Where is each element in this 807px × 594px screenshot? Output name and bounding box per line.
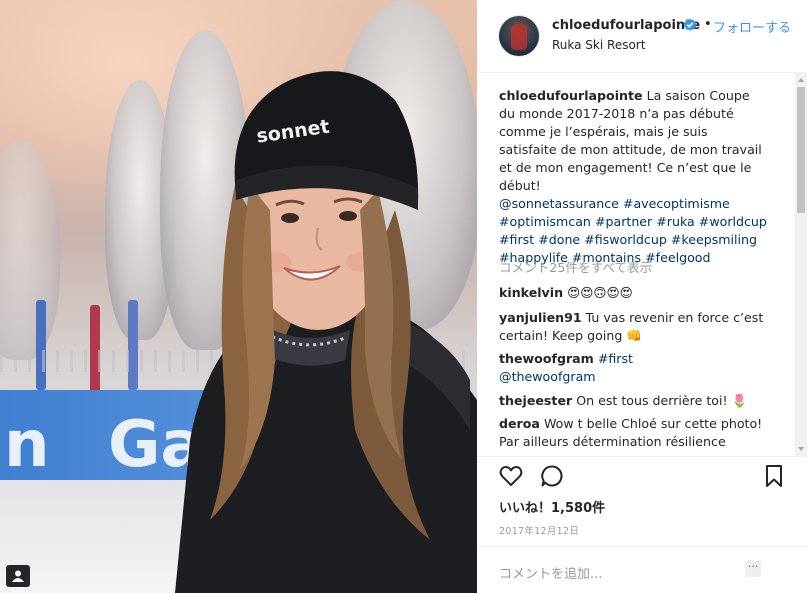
tag-people-button[interactable]	[6, 565, 30, 587]
caption-tag[interactable]: #feelgood	[645, 250, 710, 265]
add-comment-input[interactable]: コメントを追加...	[499, 563, 602, 582]
comment-item: kinkelvin 😍😍🙃😍😍	[499, 284, 769, 302]
view-all-comments-link[interactable]: コメント25件をすべて表示	[499, 257, 652, 276]
person-tag-icon	[12, 570, 24, 582]
comment-tag[interactable]: #first	[598, 351, 633, 366]
comment-icon[interactable]	[539, 463, 565, 489]
comments-list[interactable]: chloedufourlapointe La saison Coupe du m…	[477, 73, 795, 456]
comment-tag[interactable]: @thewoofgram	[499, 369, 596, 384]
scroll-down-arrow-icon[interactable]	[798, 447, 804, 451]
comment-item: yanjulien91 Tu vas revenir en force c’es…	[499, 309, 769, 345]
caption-tag[interactable]: #keepsmiling	[671, 232, 757, 247]
caption-text: La saison Coupe du monde 2017-2018 n’a p…	[499, 88, 762, 193]
scroll-up-arrow-icon[interactable]	[798, 78, 804, 82]
caption-username[interactable]: chloedufourlapointe	[499, 88, 643, 103]
verified-badge-icon	[683, 18, 697, 31]
post-photo[interactable]: n Gas sonnet	[0, 0, 477, 593]
comment-text: On est tous derrière toi! 🌷	[576, 393, 748, 408]
post-date: 2017年12月12日	[499, 526, 580, 537]
post-header: chloedufourlapointe • フォローする Ruka Ski Re…	[477, 0, 807, 73]
caption-tag[interactable]: #ruka	[656, 214, 695, 229]
comment-username[interactable]: yanjulien91	[499, 310, 582, 325]
comment-item: thejeester On est tous derrière toi! 🌷	[499, 392, 769, 410]
comment-username[interactable]: deroa	[499, 416, 540, 431]
scrollbar-thumb[interactable]	[797, 87, 805, 213]
caption-tag[interactable]: #done	[538, 232, 580, 247]
separator-dot: •	[704, 17, 712, 32]
avatar[interactable]	[499, 16, 539, 56]
comment-username[interactable]: kinkelvin	[499, 285, 563, 300]
caption-tag[interactable]: @sonnetassurance	[499, 196, 619, 211]
post-actions: いいね！1,580件 2017年12月12日	[477, 456, 807, 547]
bookmark-icon[interactable]	[761, 463, 787, 489]
comments-scrollbar[interactable]	[795, 73, 807, 456]
caption: chloedufourlapointe La saison Coupe du m…	[499, 87, 767, 267]
eye-right	[339, 211, 357, 221]
add-comment-bar: コメントを追加... ···	[477, 546, 807, 594]
comment-username[interactable]: thejeester	[499, 393, 572, 408]
post-side-panel: chloedufourlapointe • フォローする Ruka Ski Re…	[477, 0, 807, 593]
more-options-button[interactable]: ···	[745, 561, 761, 577]
heart-icon[interactable]	[498, 463, 524, 489]
comment-text: 😍😍🙃😍😍	[567, 285, 633, 300]
caption-tag[interactable]: #optimismcan	[499, 214, 591, 229]
header-username[interactable]: chloedufourlapointe	[552, 18, 700, 33]
location-link[interactable]: Ruka Ski Resort	[552, 38, 645, 52]
comment-item: thewoofgram #first @thewoofgram	[499, 350, 769, 386]
eye-left	[281, 213, 299, 223]
caption-tag[interactable]: #first	[499, 232, 534, 247]
comment-item: deroa Wow t belle Chloé sur cette photo!…	[499, 415, 769, 451]
comment-username[interactable]: thewoofgram	[499, 351, 594, 366]
caption-tag[interactable]: #partner	[595, 214, 652, 229]
caption-tag[interactable]: #fisworldcup	[584, 232, 667, 247]
likes-count[interactable]: いいね！1,580件	[499, 497, 605, 516]
caption-tag[interactable]: #avecoptimisme	[623, 196, 730, 211]
person-figure: sonnet	[175, 71, 477, 593]
caption-tag[interactable]: #worldcup	[699, 214, 767, 229]
follow-button[interactable]: フォローする	[713, 17, 791, 36]
